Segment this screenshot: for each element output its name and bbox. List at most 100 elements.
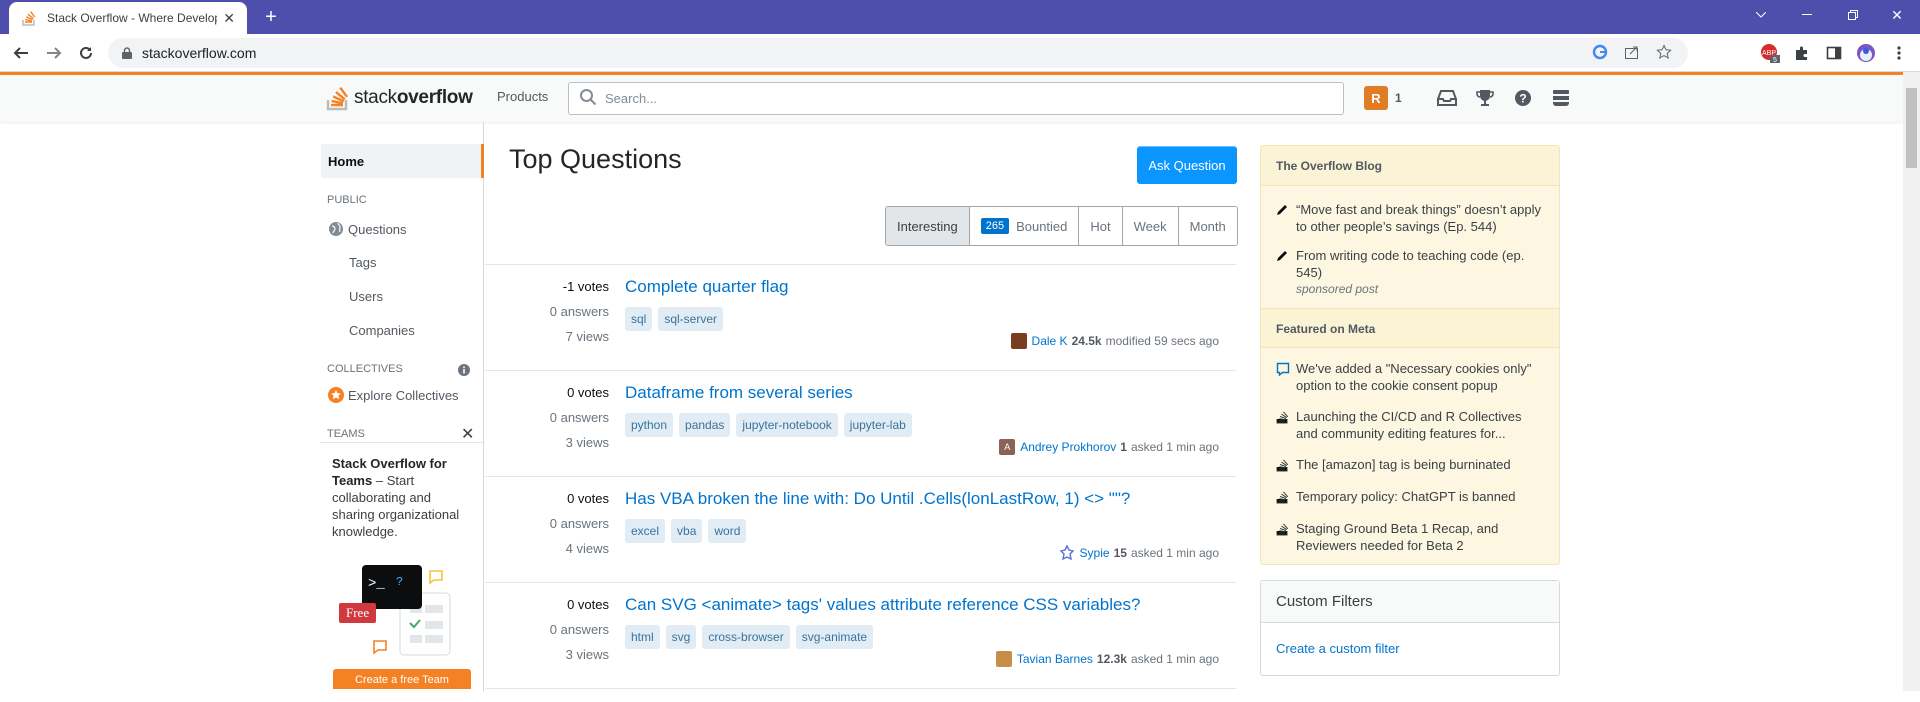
extensions-puzzle-icon[interactable] — [1789, 40, 1815, 66]
tag[interactable]: sql-server — [658, 307, 724, 331]
tag[interactable]: excel — [625, 519, 666, 543]
create-custom-filter-link[interactable]: Create a custom filter — [1276, 641, 1400, 656]
tag[interactable]: cross-browser — [702, 625, 790, 649]
blog-item[interactable]: “Move fast and break things” doesn’t app… — [1276, 201, 1546, 235]
sidebar-item-explore-collectives[interactable]: Explore Collectives — [328, 387, 459, 403]
sidebar-section-public: PUBLIC — [327, 194, 367, 206]
tab-hot[interactable]: Hot — [1079, 207, 1123, 245]
tab-search-icon[interactable] — [1738, 0, 1784, 30]
meta-item[interactable]: Launching the CI/CD and R Collectives an… — [1276, 408, 1546, 442]
meta-item[interactable]: Temporary policy: ChatGPT is banned — [1276, 488, 1546, 508]
side-panel-icon[interactable] — [1821, 40, 1847, 66]
sidebar-item-home[interactable]: Home — [321, 144, 484, 178]
answer-count: 0 answers — [549, 516, 609, 531]
share-icon[interactable] — [1624, 44, 1640, 63]
window-close-icon[interactable]: ✕ — [1874, 0, 1920, 30]
info-icon[interactable] — [458, 364, 470, 379]
help-icon[interactable]: ? — [1504, 83, 1542, 113]
user-link[interactable]: Tavian Barnes — [1017, 652, 1093, 666]
header-user-icons: R 1 ? — [1364, 83, 1580, 113]
stack-logo-icon — [1276, 456, 1296, 476]
sidebar-item-questions[interactable]: Questions — [328, 221, 407, 237]
meta-item[interactable]: Staging Ground Beta 1 Recap, and Reviewe… — [1276, 520, 1546, 554]
tab-week[interactable]: Week — [1122, 207, 1179, 245]
user-avatar[interactable] — [995, 651, 1012, 667]
vote-count: -1 votes — [562, 279, 609, 294]
tag[interactable]: pandas — [679, 413, 731, 437]
activity-time[interactable]: modified 59 secs ago — [1106, 334, 1219, 348]
question-row: 0 votes 0 answers 3 views Dataframe from… — [485, 370, 1236, 476]
tab-bountied[interactable]: 265 Bountied — [969, 207, 1080, 245]
tag[interactable]: python — [625, 413, 674, 437]
user-avatar[interactable]: R — [1364, 86, 1388, 110]
blog-item[interactable]: From writing code to teaching code (ep. … — [1276, 247, 1546, 298]
forward-arrow-icon[interactable] — [41, 40, 67, 66]
create-free-team-button[interactable]: Create a free Team — [333, 669, 471, 689]
restore-icon[interactable] — [1830, 0, 1876, 30]
answer-count: 0 answers — [549, 622, 609, 637]
search-box[interactable] — [568, 82, 1344, 115]
site-switcher-icon[interactable] — [1542, 83, 1580, 113]
meta-item[interactable]: We've added a "Necessary cookies only" o… — [1276, 360, 1546, 394]
user-link[interactable]: Dale K — [1032, 334, 1068, 348]
search-icon — [579, 88, 597, 109]
sidebar-section-collectives: COLLECTIVES — [327, 363, 403, 375]
chrome-menu-icon[interactable] — [1886, 40, 1912, 66]
achievements-trophy-icon[interactable] — [1466, 83, 1504, 113]
tab-month[interactable]: Month — [1178, 207, 1237, 245]
search-input[interactable] — [605, 91, 1305, 106]
tag[interactable]: svg — [665, 625, 697, 649]
meta-item[interactable]: The [amazon] tag is being burninated — [1276, 456, 1546, 476]
tag[interactable]: vba — [671, 519, 703, 543]
minimize-icon[interactable] — [1784, 0, 1830, 30]
user-avatar[interactable] — [1010, 333, 1027, 349]
stackoverflow-logo[interactable]: stackoverflow — [326, 83, 473, 113]
view-count: 7 views — [565, 329, 609, 344]
browser-tab-active[interactable]: Stack Overflow - Where Developers Learn,… — [9, 2, 247, 34]
back-arrow-icon[interactable] — [8, 40, 34, 66]
activity-time[interactable]: asked 1 min ago — [1131, 652, 1219, 666]
tag[interactable]: jupyter-lab — [843, 413, 912, 437]
close-teams-icon[interactable]: ✕ — [461, 424, 474, 444]
answer-count: 0 answers — [549, 410, 609, 425]
bookmark-star-icon[interactable] — [1656, 43, 1672, 63]
tag-list: html svg cross-browser svg-animate — [625, 625, 874, 649]
blog-heading: The Overflow Blog — [1261, 146, 1559, 186]
sidebar-item-users[interactable]: Users — [349, 289, 383, 304]
close-tab-icon[interactable]: ✕ — [223, 10, 235, 27]
activity-time[interactable]: asked 1 min ago — [1131, 440, 1219, 454]
user-avatar[interactable]: A — [999, 439, 1016, 455]
question-title-link[interactable]: Complete quarter flag — [625, 277, 788, 297]
tag[interactable]: html — [625, 625, 660, 649]
products-menu[interactable]: Products — [490, 81, 555, 112]
ask-question-button[interactable]: Ask Question — [1137, 146, 1237, 184]
adblock-extension-icon[interactable]: ABP 5 — [1757, 40, 1783, 66]
user-avatar[interactable] — [1059, 545, 1075, 561]
new-tab-icon[interactable]: + — [258, 4, 284, 30]
sidebar-item-tags[interactable]: Tags — [349, 255, 376, 270]
question-meta: Sypie 15 asked 1 min ago — [1059, 545, 1219, 561]
inbox-icon[interactable] — [1428, 83, 1466, 113]
google-icon[interactable] — [1592, 44, 1608, 63]
tag[interactable]: jupyter-notebook — [736, 413, 838, 437]
reload-icon[interactable] — [73, 40, 99, 66]
activity-time[interactable]: asked 1 min ago — [1131, 546, 1219, 560]
lock-icon — [122, 47, 132, 59]
profile-avatar-icon[interactable] — [1853, 40, 1879, 66]
address-bar[interactable]: stackoverflow.com — [108, 38, 1688, 68]
tag[interactable]: word — [708, 519, 747, 543]
tab-interesting[interactable]: Interesting — [886, 207, 970, 245]
question-title-link[interactable]: Can SVG <animate> tags' values attribute… — [625, 595, 1140, 615]
tag[interactable]: svg-animate — [795, 625, 874, 649]
question-title-link[interactable]: Dataframe from several series — [625, 383, 853, 403]
user-link[interactable]: Sypie — [1080, 546, 1110, 560]
page-scrollbar-thumb[interactable] — [1906, 88, 1917, 168]
question-title-link[interactable]: Has VBA broken the line with: Do Until .… — [625, 489, 1130, 509]
user-link[interactable]: Andrey Prokhorov — [1020, 440, 1116, 454]
overflow-blog-widget: The Overflow Blog “Move fast and break t… — [1260, 145, 1560, 565]
tag-list: sql sql-server — [625, 307, 724, 331]
sidebar-section-teams: TEAMS — [327, 428, 365, 440]
sidebar-item-companies[interactable]: Companies — [349, 323, 415, 338]
tag[interactable]: sql — [625, 307, 653, 331]
svg-text:?: ? — [1519, 92, 1526, 106]
